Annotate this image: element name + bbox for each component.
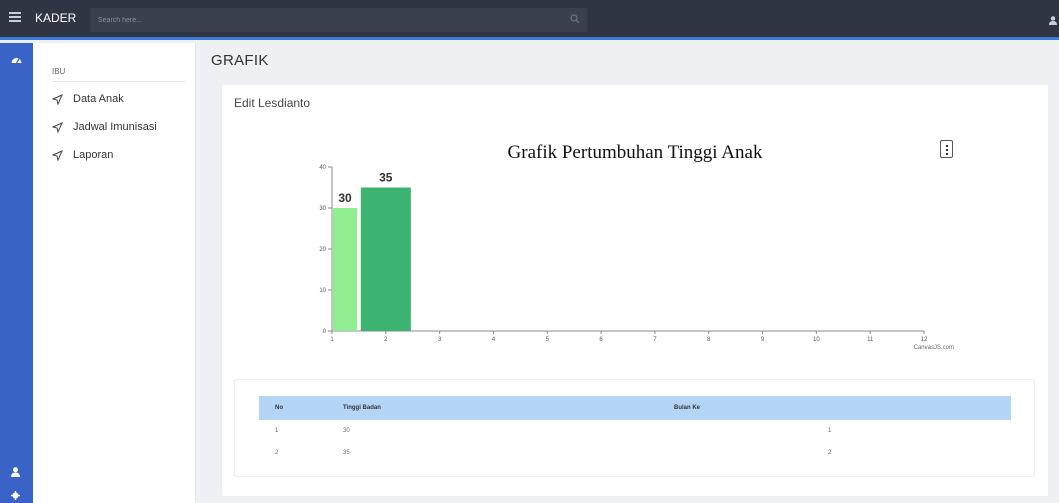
x-tick-label: 5 [546,337,550,343]
y-tick-label: 20 [319,247,326,253]
x-tick-label: 4 [492,337,496,343]
table-header-row: No Tinggi Badan Bulan Ke [259,396,1011,420]
data-table: No Tinggi Badan Bulan Ke 1 30 1 2 35 2 [259,396,1011,464]
x-tick-label: 9 [761,337,765,343]
icon-sidebar [0,43,33,503]
data-label: 30 [338,191,352,205]
sidebar-item-label: Jadwal Imunisasi [73,121,157,133]
sidebar-item-data-anak[interactable]: Data Anak [52,91,124,107]
cell-no: 1 [275,428,279,434]
sidebar-menu: IBU Data Anak Jadwal Imunisasi Laporan [33,43,196,503]
bar [333,208,358,331]
chart-credit: CanvasJS.com [914,345,954,351]
y-tick-label: 40 [319,165,326,171]
table-row: 2 35 2 [259,442,1011,464]
bar [360,187,411,331]
search-icon[interactable] [570,14,580,24]
y-tick-label: 0 [323,329,327,335]
data-table-card: No Tinggi Badan Bulan Ke 1 30 1 2 35 2 [234,379,1035,477]
cell-bulan-ke: 1 [828,428,832,434]
table-row: 1 30 1 [259,420,1011,442]
chart-title: Grafik Pertumbuhan Tinggi Anak [508,142,763,163]
sidebar-header: IBU [52,67,66,76]
chart-menu-button[interactable] [940,140,953,158]
dashboard-icon[interactable] [11,55,22,64]
x-tick-label: 1 [330,337,334,343]
chart-card: Edit Lesdianto Grafik Pertumbuhan Tinggi… [222,85,1048,496]
x-tick-label: 7 [653,337,657,343]
column-header-tinggi-badan: Tinggi Badan [335,396,665,420]
send-icon [52,121,63,133]
y-tick-label: 30 [319,206,326,212]
cell-no: 2 [275,450,279,456]
cell-tinggi-badan: 30 [343,428,350,434]
data-label: 35 [379,171,393,185]
bar-chart: Grafik Pertumbuhan Tinggi Anak 0 10 20 30 40 1… [319,142,954,351]
search-bar[interactable] [90,8,587,32]
x-tick-label: 2 [384,337,388,343]
divider [52,81,185,82]
sidebar-item-label: Laporan [73,149,114,161]
user-icon[interactable] [11,467,20,477]
cell-bulan-ke: 2 [828,450,832,456]
x-tick-label: 10 [813,337,820,343]
user-icon[interactable] [1049,16,1057,25]
y-tick-label: 10 [319,288,326,294]
sidebar-item-jadwal-imunisasi[interactable]: Jadwal Imunisasi [52,119,157,135]
x-tick-label: 3 [438,337,442,343]
sidebar-item-laporan[interactable]: Laporan [52,147,113,163]
send-icon [52,149,63,161]
column-header-bulan-ke: Bulan Ke [665,396,1011,420]
brand-title[interactable]: KADER [35,11,76,25]
x-tick-label: 6 [599,337,603,343]
x-tick-label: 12 [921,337,928,343]
page-title: GRAFIK [211,52,269,69]
top-navbar: KADER [0,0,1059,40]
gear-icon[interactable] [11,491,20,500]
column-header-no: No [259,396,335,420]
sidebar-item-label: Data Anak [73,93,124,105]
menu-icon[interactable] [9,12,21,24]
send-icon [52,93,63,105]
x-tick-label: 11 [867,337,874,343]
search-input[interactable] [98,13,538,27]
cell-tinggi-badan: 35 [343,450,350,456]
x-tick-label: 8 [707,337,711,343]
